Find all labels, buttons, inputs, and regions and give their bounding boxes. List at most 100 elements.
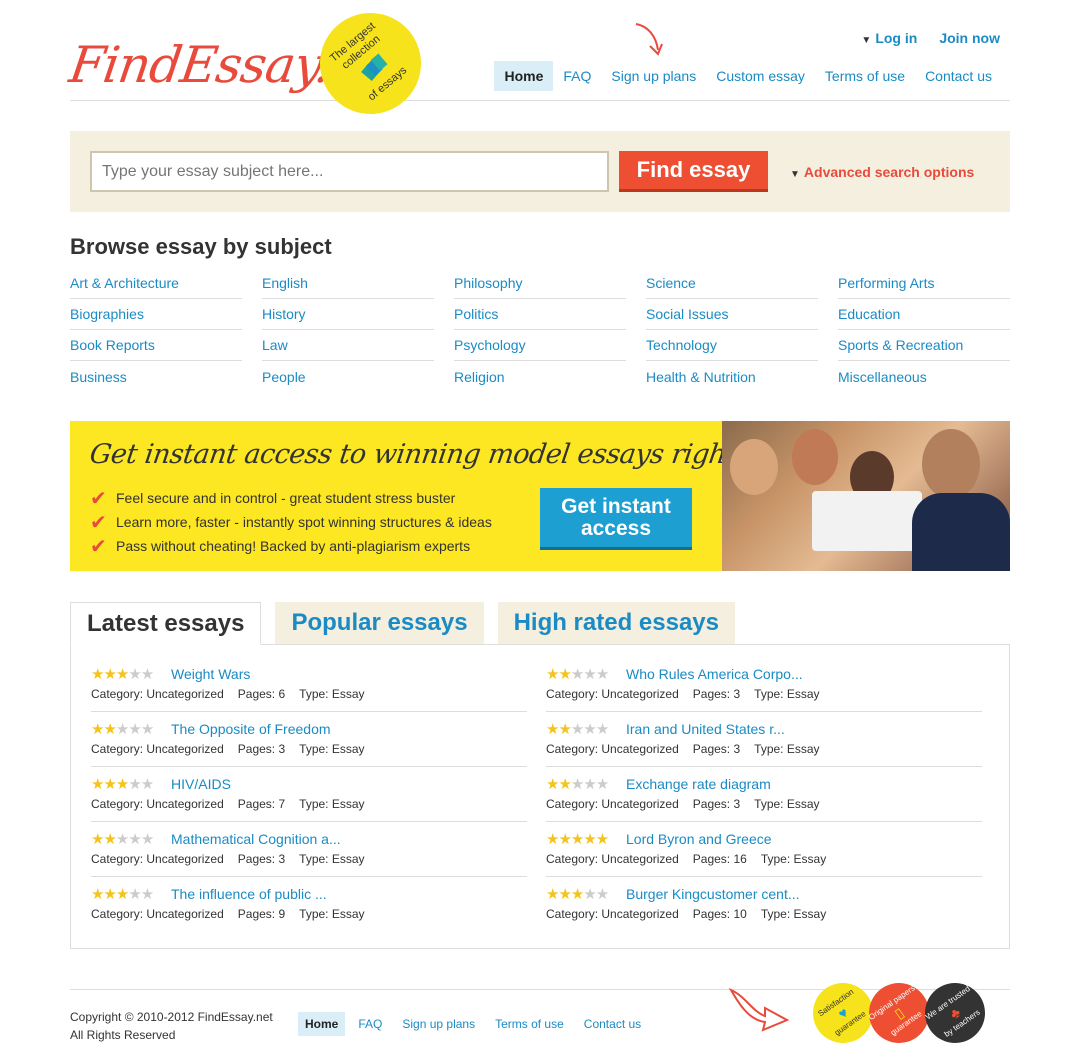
essay-title-link[interactable]: Lord Byron and Greece — [626, 831, 772, 847]
essay-list-panel: ★★★★★ Weight Wars Category: Uncategorized P… — [70, 644, 1010, 949]
checkmark-icon: ✔ — [90, 511, 107, 534]
essay-tabs: Latest essays Popular essays High rated … — [70, 602, 735, 645]
subject-grid: Art & Architecture English Philosophy Sc… — [70, 268, 1010, 392]
rating-stars-icon: ★★★★★ — [546, 721, 609, 738]
essay-category: Category: Uncategorized — [91, 742, 224, 756]
essay-title-link[interactable]: Burger Kingcustomer cent... — [626, 886, 800, 902]
subject-link[interactable]: Law — [262, 330, 434, 361]
essay-category: Category: Uncategorized — [91, 907, 224, 921]
rating-stars-icon: ★★★★★ — [546, 831, 609, 848]
essay-title-link[interactable]: Exchange rate diagram — [626, 776, 771, 792]
subject-link[interactable]: Psychology — [454, 330, 626, 361]
footer-divider — [70, 989, 1010, 990]
subject-link[interactable]: Biographies — [70, 299, 242, 330]
footer-nav-contact-us[interactable]: Contact us — [577, 1012, 648, 1036]
subject-link[interactable]: Art & Architecture — [70, 268, 242, 299]
promo-banner: Get instant access to winning model essa… — [70, 421, 1010, 571]
caret-down-icon: ▼ — [790, 169, 800, 180]
subject-link[interactable]: Education — [838, 299, 1010, 330]
rating-stars-icon: ★★★★★ — [91, 666, 154, 683]
essay-title-link[interactable]: Mathematical Cognition a... — [171, 831, 341, 847]
nav-contact-us[interactable]: Contact us — [915, 61, 1002, 91]
essay-search-input[interactable] — [90, 151, 609, 192]
footer-nav-home[interactable]: Home — [298, 1012, 346, 1036]
essay-category: Category: Uncategorized — [546, 797, 679, 811]
find-essay-button[interactable]: Find essay — [619, 151, 768, 192]
essay-title-link[interactable]: The Opposite of Freedom — [171, 721, 331, 737]
checkmark-icon: ✔ — [90, 535, 107, 558]
subject-link[interactable]: Religion — [454, 361, 626, 392]
subject-link[interactable]: People — [262, 361, 434, 392]
essay-pages: Pages: 10 — [692, 907, 747, 921]
subject-link[interactable]: Business — [70, 361, 242, 392]
subject-link[interactable]: Politics — [454, 299, 626, 330]
tab-popular-essays[interactable]: Popular essays — [275, 602, 484, 644]
essay-title-link[interactable]: HIV/AIDS — [171, 776, 231, 792]
advanced-search-link[interactable]: ▼ Advanced search options — [790, 164, 974, 180]
rating-stars-icon: ★★★★★ — [91, 886, 154, 903]
essay-list-item: ★★★★★ Exchange rate diagram Category: Unca… — [546, 767, 982, 822]
nav-sign-up-plans[interactable]: Sign up plans — [601, 61, 706, 91]
essay-pages: Pages: 7 — [237, 797, 286, 811]
promo-benefits: ✔ Feel secure and in control - great stud… — [90, 486, 492, 558]
checkmark-icon: ✔ — [90, 487, 107, 510]
essay-pages: Pages: 16 — [692, 852, 747, 866]
essay-category: Category: Uncategorized — [91, 687, 224, 701]
essay-title-link[interactable]: The influence of public ... — [171, 886, 327, 902]
join-now-link[interactable]: Join now — [939, 30, 1000, 46]
subject-link[interactable]: Book Reports — [70, 330, 242, 361]
essay-category: Category: Uncategorized — [91, 852, 224, 866]
search-band: Find essay ▼Advanced search options — [70, 131, 1010, 212]
nav-custom-essay[interactable]: Custom essay — [706, 61, 815, 91]
essay-title-link[interactable]: Iran and United States r... — [626, 721, 785, 737]
essay-type: Type: Essay — [760, 907, 827, 921]
subject-link[interactable]: Science — [646, 268, 818, 299]
nav-home[interactable]: Home — [494, 61, 554, 91]
subject-link[interactable]: Performing Arts — [838, 268, 1010, 299]
subject-link[interactable]: Social Issues — [646, 299, 818, 330]
subject-link[interactable]: Miscellaneous — [838, 361, 1010, 392]
subject-link[interactable]: History — [262, 299, 434, 330]
subject-link[interactable]: Sports & Recreation — [838, 330, 1010, 361]
essay-list-item: ★★★★★ Mathematical Cognition a... Category… — [91, 822, 527, 877]
subject-link[interactable]: Health & Nutrition — [646, 361, 818, 392]
footer-nav-faq[interactable]: FAQ — [351, 1012, 389, 1036]
copyright: Copyright © 2010-2012 FindEssay.net All … — [70, 1010, 273, 1042]
essay-list-item: ★★★★★ Lord Byron and Greece Category: Unca… — [546, 822, 982, 877]
footer-nav-terms-of-use[interactable]: Terms of use — [488, 1012, 571, 1036]
nav-faq[interactable]: FAQ — [553, 61, 601, 91]
get-instant-access-button[interactable]: Get instant access — [540, 488, 692, 550]
essay-title-link[interactable]: Weight Wars — [171, 666, 250, 682]
rating-stars-icon: ★★★★★ — [91, 776, 154, 793]
rating-stars-icon: ★★★★★ — [91, 721, 154, 738]
trusted-by-teachers-seal: We are trusted ♣ by teachers — [913, 971, 997, 1055]
essay-list-item: ★★★★★ HIV/AIDS Category: Uncategorized Page… — [91, 767, 527, 822]
essay-type: Type: Essay — [760, 852, 827, 866]
essay-type: Type: Essay — [754, 742, 820, 756]
login-link[interactable]: ▼ Log in — [861, 30, 917, 46]
browse-title: Browse essay by subject — [70, 234, 332, 259]
essay-type: Type: Essay — [299, 797, 365, 811]
essay-title-link[interactable]: Who Rules America Corpo... — [626, 666, 803, 682]
essay-category: Category: Uncategorized — [546, 907, 679, 921]
essay-pages: Pages: 9 — [237, 907, 286, 921]
essay-list-item: ★★★★★ The influence of public ... Category… — [91, 877, 527, 932]
tab-high-rated-essays[interactable]: High rated essays — [497, 602, 735, 644]
subject-link[interactable]: English — [262, 268, 434, 299]
essay-list-item: ★★★★★ The Opposite of Freedom Category: Un… — [91, 712, 527, 767]
essay-pages: Pages: 3 — [237, 742, 286, 756]
essay-category: Category: Uncategorized — [546, 742, 679, 756]
subject-link[interactable]: Technology — [646, 330, 818, 361]
tab-latest-essays[interactable]: Latest essays — [70, 602, 262, 645]
subject-link[interactable]: Philosophy — [454, 268, 626, 299]
essay-pages: Pages: 3 — [692, 742, 741, 756]
essay-type: Type: Essay — [754, 797, 820, 811]
essay-type: Type: Essay — [299, 907, 365, 921]
essay-list-item: ★★★★★ Weight Wars Category: Uncategorized P… — [91, 657, 527, 712]
essay-category: Category: Uncategorized — [91, 797, 224, 811]
rating-stars-icon: ★★★★★ — [91, 831, 154, 848]
footer-nav-sign-up-plans[interactable]: Sign up plans — [395, 1012, 482, 1036]
nav-terms-of-use[interactable]: Terms of use — [815, 61, 915, 91]
essay-category: Category: Uncategorized — [546, 687, 679, 701]
essay-pages: Pages: 3 — [692, 797, 741, 811]
